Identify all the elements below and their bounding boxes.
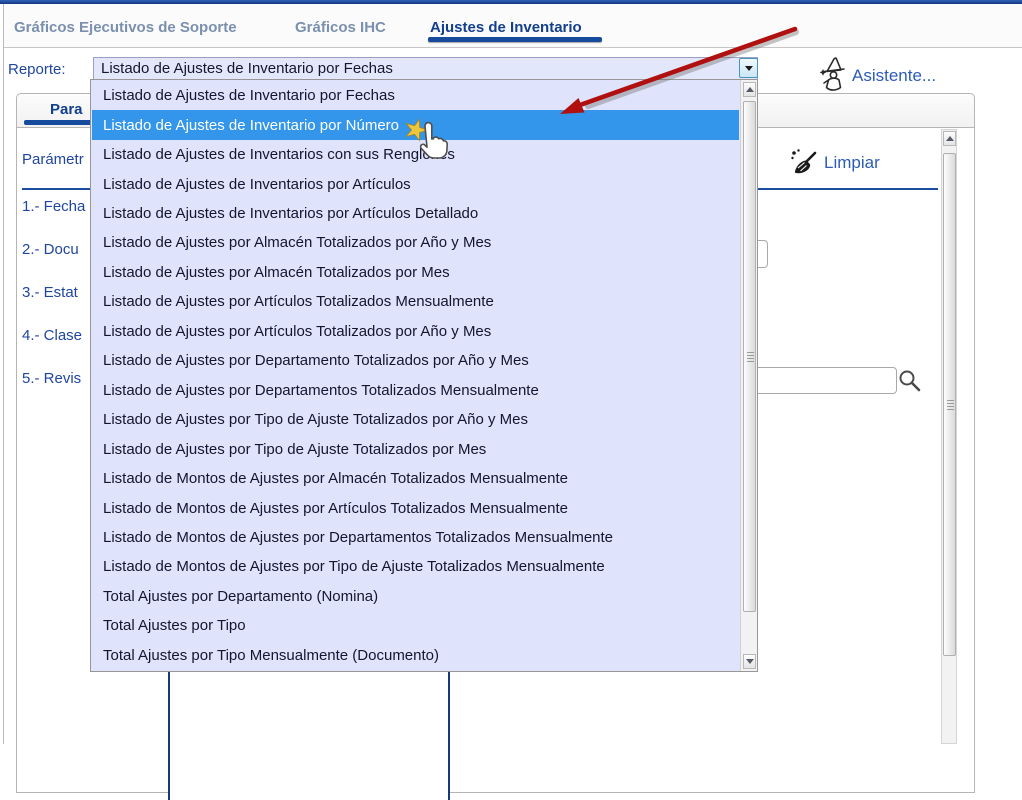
scroll-up-icon[interactable]	[743, 82, 756, 97]
report-dropdown-list: Listado de Ajustes de Inventario por Fec…	[90, 79, 758, 672]
dropdown-item[interactable]: Listado de Ajustes por Artículos Totaliz…	[92, 287, 739, 316]
scroll-down-icon[interactable]	[743, 654, 756, 669]
scroll-up-icon[interactable]	[943, 131, 956, 146]
dropdown-item[interactable]: Listado de Ajustes de Inventarios por Ar…	[92, 169, 739, 198]
panel-scrollbar-thumb[interactable]	[943, 153, 956, 656]
dropdown-item[interactable]: Listado de Ajustes por Tipo de Ajuste To…	[92, 405, 739, 434]
broom-icon	[789, 147, 819, 186]
dropdown-scrollbar-thumb[interactable]	[743, 101, 756, 612]
chevron-down-icon	[744, 65, 753, 71]
dropdown-item[interactable]: Listado de Ajustes por Tipo de Ajuste To…	[92, 434, 739, 463]
report-select[interactable]: Listado de Ajustes de Inventario por Fec…	[93, 57, 758, 80]
tab-graficos-ejecutivos[interactable]: Gráficos Ejecutivos de Soporte	[14, 19, 237, 36]
dropdown-item[interactable]: Listado de Montos de Ajustes por Artícul…	[92, 493, 739, 522]
dropdown-item[interactable]: Listado de Ajustes por Artículos Totaliz…	[92, 317, 739, 346]
tab-graficos-ihc[interactable]: Gráficos IHC	[295, 19, 386, 36]
report-label: Reporte:	[8, 61, 66, 78]
dropdown-item[interactable]: Listado de Ajustes por Departamento Tota…	[92, 346, 739, 375]
dropdown-item[interactable]: Listado de Ajustes de Inventarios por Ar…	[92, 199, 739, 228]
dropdown-item[interactable]: Listado de Ajustes por Departamentos Tot…	[92, 376, 739, 405]
panel-scrollbar[interactable]	[941, 129, 957, 744]
window-border	[3, 4, 4, 744]
dropdown-scrollbar[interactable]	[740, 80, 757, 671]
report-select-value: Listado de Ajustes de Inventario por Fec…	[101, 60, 393, 77]
dropdown-item[interactable]: Listado de Montos de Ajustes por Tipo de…	[92, 552, 739, 581]
parameters-heading: Parámetr	[22, 151, 84, 168]
dropdown-items: Listado de Ajustes de Inventario por Fec…	[92, 81, 739, 670]
tab-parametros[interactable]: Para	[50, 101, 83, 118]
dropdown-item[interactable]: Total Ajustes por Departamento (Nomina)	[92, 582, 739, 611]
dropdown-item[interactable]: Total Ajustes por Tipo Mensualmente (Doc…	[92, 641, 739, 670]
dropdown-item[interactable]: Listado de Ajustes de Inventario por Fec…	[92, 81, 739, 110]
report-select-dropdown-button[interactable]	[739, 58, 758, 78]
search-icon[interactable]	[898, 369, 922, 398]
dropdown-item[interactable]: Listado de Ajustes por Almacén Totalizad…	[92, 258, 739, 287]
dropdown-item[interactable]: Listado de Ajustes de Inventario por Núm…	[92, 110, 739, 140]
dropdown-item[interactable]: Listado de Ajustes de Inventarios con su…	[92, 140, 739, 169]
active-tab-underline	[428, 37, 602, 42]
tab-ajustes-inventario[interactable]: Ajustes de Inventario	[430, 19, 582, 36]
clear-button[interactable]: Limpiar	[824, 153, 880, 173]
dropdown-item[interactable]: Listado de Montos de Ajustes por Almacén…	[92, 464, 739, 493]
assistant-link[interactable]: Asistente...	[852, 66, 936, 86]
dropdown-item[interactable]: Listado de Montos de Ajustes por Departa…	[92, 523, 739, 552]
wizard-icon	[818, 56, 848, 97]
dropdown-item[interactable]: Total Ajustes por Tipo	[92, 611, 739, 640]
dropdown-item[interactable]: Listado de Ajustes por Almacén Totalizad…	[92, 228, 739, 257]
